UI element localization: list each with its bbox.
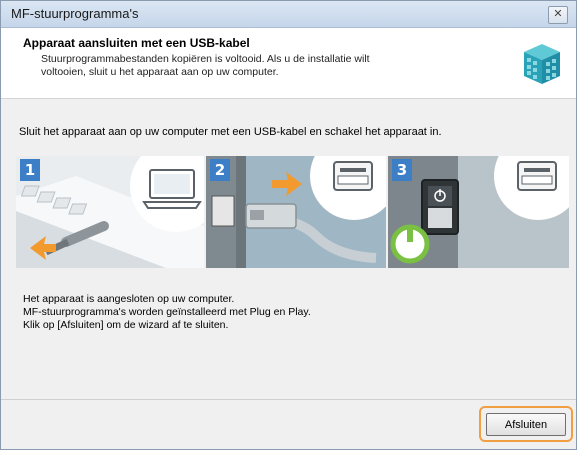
- status-line: Klik op [Afsluiten] om de wizard af te s…: [23, 319, 229, 331]
- step-number: 2: [210, 159, 230, 181]
- laptop-usb-icon: [16, 156, 204, 268]
- close-button[interactable]: ✕: [548, 6, 568, 24]
- step-1-panel: 1: [16, 156, 204, 268]
- status-line: Het apparaat is aangesloten op uw comput…: [23, 293, 235, 305]
- step-illustrations: 1 2 3: [16, 156, 569, 268]
- title-bar: MF-stuurprogramma's ✕: [1, 1, 576, 28]
- connect-instruction: Sluit het apparaat aan op uw computer me…: [19, 126, 442, 138]
- window-title: MF-stuurprogramma's: [11, 6, 139, 21]
- step-number: 3: [392, 159, 412, 181]
- description-line: voltooien, sluit u het apparaat aan op u…: [41, 66, 279, 78]
- step-2-panel: 2: [206, 156, 386, 268]
- description-line: Stuurprogrammabestanden kopiëren is volt…: [41, 53, 370, 65]
- status-line: MF-stuurprogramma's worden geïnstalleerd…: [23, 306, 311, 318]
- finish-button[interactable]: Afsluiten: [486, 413, 566, 436]
- page-description: Stuurprogrammabestanden kopiëren is volt…: [41, 53, 461, 79]
- installer-window: MF-stuurprogramma's ✕ Apparaat aansluite…: [0, 0, 577, 450]
- step-number: 1: [20, 159, 40, 181]
- page-title: Apparaat aansluiten met een USB-kabel: [23, 36, 250, 50]
- wizard-header: Apparaat aansluiten met een USB-kabel St…: [1, 28, 576, 99]
- step-3-panel: 3: [388, 156, 569, 268]
- status-message: Het apparaat is aangesloten op uw comput…: [23, 293, 311, 332]
- driver-package-icon: [524, 44, 560, 84]
- power-switch-icon: [388, 156, 569, 268]
- close-icon: ✕: [553, 8, 563, 20]
- printer-usb-port-icon: [206, 156, 386, 268]
